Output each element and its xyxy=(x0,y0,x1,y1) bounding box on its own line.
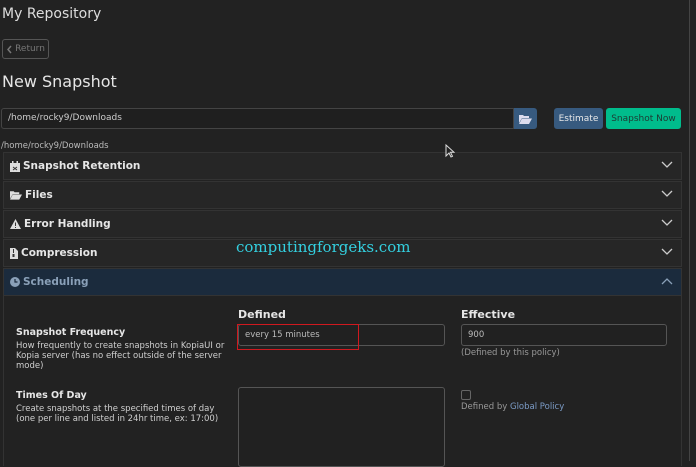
defined-by-text: Defined by xyxy=(461,402,508,412)
calendar-icon xyxy=(10,160,20,172)
section-snapshot-retention[interactable]: Snapshot Retention xyxy=(3,152,682,180)
repository-title: My Repository xyxy=(2,6,102,22)
chevron-down-icon xyxy=(661,161,673,168)
scrollbar[interactable] xyxy=(689,0,690,461)
section-label: Files xyxy=(25,189,53,201)
return-button[interactable]: Return xyxy=(2,39,49,59)
times-of-day-effective-note: Defined by Global Policy xyxy=(461,402,564,412)
global-policy-link[interactable]: Global Policy xyxy=(510,402,564,412)
clock-icon xyxy=(10,277,20,287)
times-of-day-label: Times Of Day xyxy=(16,390,87,401)
folder-open-icon xyxy=(519,114,532,124)
mouse-cursor-icon xyxy=(445,144,455,158)
effective-header: Effective xyxy=(461,308,516,321)
frequency-effective-note: (Defined by this policy) xyxy=(461,348,560,358)
return-label: Return xyxy=(15,44,45,54)
file-zip-icon xyxy=(10,247,18,259)
section-label: Compression xyxy=(21,247,98,259)
section-label: Error Handling xyxy=(24,218,111,230)
estimate-button[interactable]: Estimate xyxy=(554,108,603,129)
defined-header: Defined xyxy=(238,308,286,321)
chevron-down-icon xyxy=(661,248,673,255)
snapshot-now-button[interactable]: Snapshot Now xyxy=(606,108,681,129)
times-of-day-textarea[interactable] xyxy=(238,387,445,467)
section-scheduling[interactable]: Scheduling xyxy=(3,268,682,296)
frequency-effective-value: 900 xyxy=(461,324,667,346)
chevron-down-icon xyxy=(661,219,673,226)
section-label: Snapshot Retention xyxy=(23,160,141,172)
section-files[interactable]: Files xyxy=(3,181,682,209)
page-title: New Snapshot xyxy=(2,72,117,91)
chevron-left-icon xyxy=(7,45,12,53)
section-label: Scheduling xyxy=(23,276,89,288)
watermark: computingforgeks.com xyxy=(236,238,411,256)
folder-open-icon xyxy=(10,191,22,200)
chevron-down-icon xyxy=(661,190,673,197)
path-input[interactable]: /home/rocky9/Downloads xyxy=(1,108,514,129)
browse-folder-button[interactable] xyxy=(514,108,537,129)
highlight-box xyxy=(237,324,359,350)
path-echo: /home/rocky9/Downloads xyxy=(1,141,109,151)
warning-icon xyxy=(10,219,21,229)
times-of-day-description: Create snapshots at the specified times … xyxy=(16,404,219,424)
chevron-up-icon xyxy=(661,278,673,285)
section-error-handling[interactable]: Error Handling xyxy=(3,210,682,238)
times-of-day-checkbox[interactable] xyxy=(461,390,471,400)
frequency-label: Snapshot Frequency xyxy=(16,327,126,338)
frequency-description: How frequently to create snapshots in Ko… xyxy=(16,341,225,371)
